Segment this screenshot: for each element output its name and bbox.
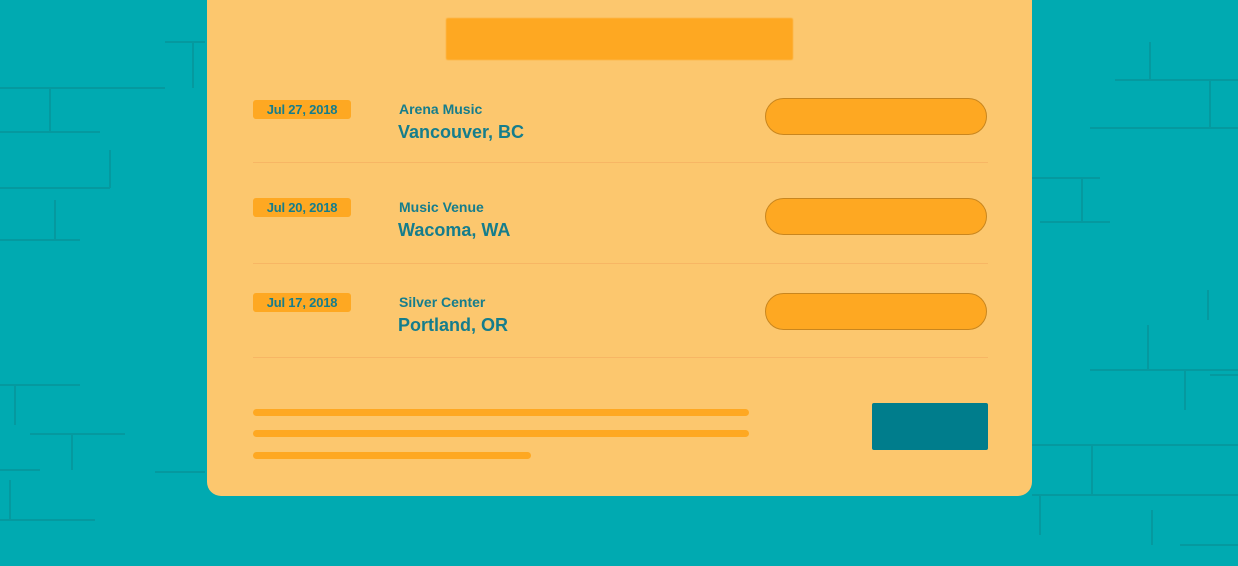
tour-dates-card: Jul 27, 2018 Arena Music Vancouver, BC J… bbox=[207, 0, 1032, 496]
footer-text-line bbox=[253, 452, 531, 459]
event-date-badge: Jul 20, 2018 bbox=[253, 198, 351, 217]
submit-button[interactable] bbox=[872, 403, 988, 450]
event-venue: Arena Music bbox=[399, 101, 483, 117]
footer-text-line bbox=[253, 430, 749, 437]
event-city: Vancouver, BC bbox=[398, 122, 525, 142]
card-title-placeholder bbox=[446, 18, 793, 60]
event-city: Portland, OR bbox=[398, 315, 509, 335]
event-row: Jul 27, 2018 Arena Music Vancouver, BC bbox=[253, 98, 988, 152]
ticket-button[interactable] bbox=[765, 198, 987, 235]
footer-text-line bbox=[253, 409, 749, 416]
event-row: Jul 20, 2018 Music Venue Wacoma, WA bbox=[253, 198, 988, 250]
event-date-badge: Jul 27, 2018 bbox=[253, 100, 351, 119]
ticket-button[interactable] bbox=[765, 293, 987, 330]
row-divider bbox=[253, 263, 988, 264]
row-divider bbox=[253, 162, 988, 163]
event-date-badge: Jul 17, 2018 bbox=[253, 293, 351, 312]
event-row: Jul 17, 2018 Silver Center Portland, OR bbox=[253, 293, 988, 345]
event-city: Wacoma, WA bbox=[398, 220, 511, 240]
event-venue: Music Venue bbox=[399, 199, 484, 215]
row-divider bbox=[253, 357, 988, 358]
event-venue: Silver Center bbox=[399, 294, 486, 310]
ticket-button[interactable] bbox=[765, 98, 987, 135]
